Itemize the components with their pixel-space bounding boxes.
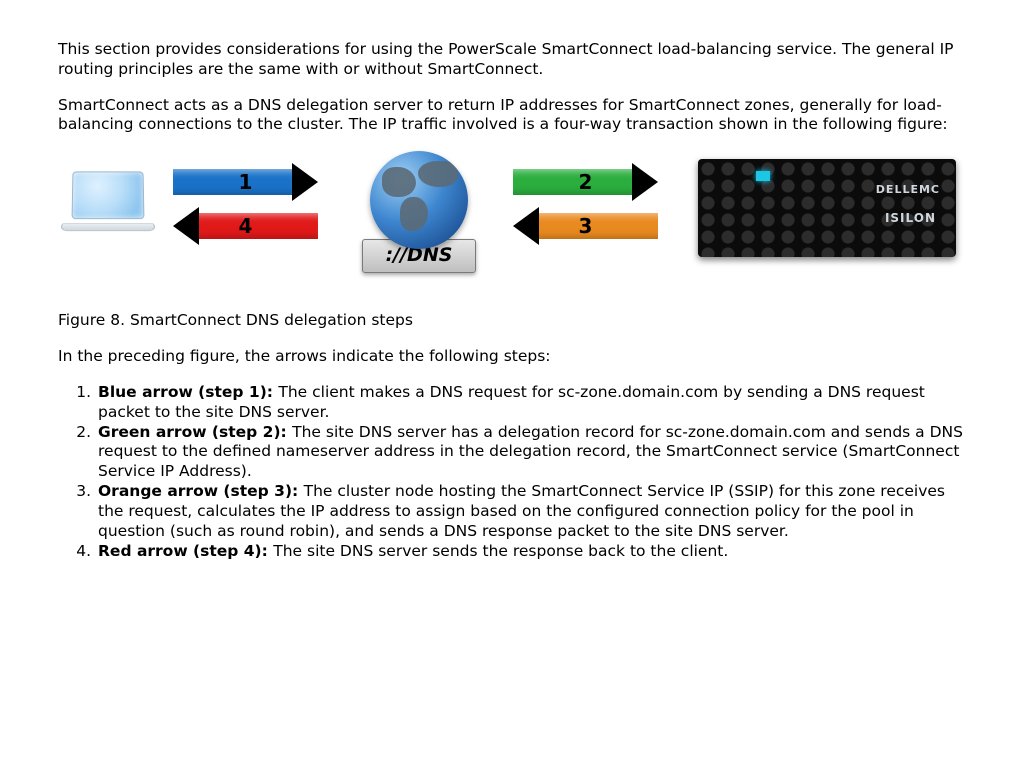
status-led-icon: [756, 171, 770, 181]
dns-server-icon: ://DNS: [355, 151, 483, 272]
step-lead: Red arrow (step 4):: [98, 542, 273, 560]
arrow-step-2: 2: [513, 169, 658, 195]
intro-paragraph-1: This section provides considerations for…: [58, 40, 966, 80]
step-lead: Green arrow (step 2):: [98, 423, 292, 441]
list-item: Green arrow (step 2): The site DNS serve…: [96, 423, 966, 482]
isilon-appliance-icon: DELLEMC ISILON: [698, 159, 956, 257]
step-lead: Blue arrow (step 1):: [98, 383, 278, 401]
figure-caption: Figure 8. SmartConnect DNS delegation st…: [58, 311, 966, 331]
brand-dellemc: DELLEMC: [876, 183, 940, 197]
list-item: Blue arrow (step 1): The client makes a …: [96, 383, 966, 423]
step-lead: Orange arrow (step 3):: [98, 482, 304, 500]
globe-icon: [370, 151, 468, 249]
arrow-step-1: 1: [173, 169, 318, 195]
arrow-label-4: 4: [173, 214, 318, 240]
dns-delegation-diagram: 1 4 ://DNS 2 3 DELLEMC ISILON: [58, 151, 958, 301]
arrow-label-3: 3: [513, 214, 658, 240]
step-text: The site DNS server sends the response b…: [273, 542, 728, 560]
steps-intro: In the preceding figure, the arrows indi…: [58, 347, 966, 367]
brand-isilon: ISILON: [885, 211, 936, 226]
arrow-label-1: 1: [173, 170, 318, 196]
steps-list: Blue arrow (step 1): The client makes a …: [58, 383, 966, 561]
client-laptop-icon: [58, 171, 158, 234]
list-item: Red arrow (step 4): The site DNS server …: [96, 542, 966, 562]
arrow-label-2: 2: [513, 170, 658, 196]
list-item: Orange arrow (step 3): The cluster node …: [96, 482, 966, 541]
intro-paragraph-2: SmartConnect acts as a DNS delegation se…: [58, 96, 966, 136]
arrow-step-3: 3: [513, 213, 658, 239]
arrow-step-4: 4: [173, 213, 318, 239]
